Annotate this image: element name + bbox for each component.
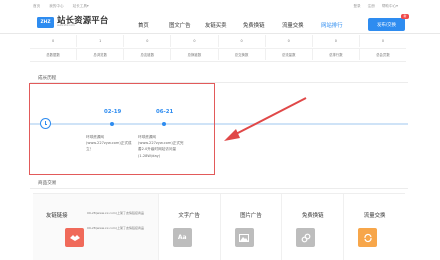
product-card-friend-links[interactable]: 友链链接 09-28(www.xx.com)上架了友情链接商品 09-28(ww… bbox=[33, 194, 159, 260]
stat-label: 总数据数 bbox=[30, 49, 78, 60]
publish-button[interactable]: 发布/交换 bbox=[368, 18, 405, 31]
product-card-title: 免费换链 bbox=[301, 213, 324, 219]
stat-label: 总浏览数 bbox=[77, 49, 125, 60]
stats-values-row: 0 1 0 0 0 0 0 0 bbox=[30, 35, 406, 47]
product-card-title: 文字广告 bbox=[178, 213, 200, 219]
annotation-arrow-icon bbox=[224, 97, 307, 141]
exchange-icon bbox=[358, 228, 378, 247]
stats-table: 0 1 0 0 0 0 0 0 总数据数 总浏览数 总友链数 总换链数 总交换数… bbox=[30, 34, 406, 62]
product-cards: 友链链接 09-28(www.xx.com)上架了友情链接商品 09-28(ww… bbox=[33, 193, 405, 260]
product-card-text-ads[interactable]: 文字广告 Aa bbox=[159, 194, 221, 260]
stat-label: 总流量数 bbox=[266, 49, 313, 60]
highlight-box bbox=[29, 83, 215, 175]
nav-item-link-trade[interactable]: 友链买卖 bbox=[205, 21, 227, 29]
products-section-divider bbox=[30, 188, 408, 189]
topbar-link-help[interactable]: 帮助中心▾ bbox=[382, 4, 398, 9]
topbar-link-login[interactable]: 登录 bbox=[353, 4, 360, 9]
nav-item-ranking[interactable]: 网站排行 bbox=[321, 21, 343, 29]
product-card-title: 流量交换 bbox=[363, 213, 386, 219]
product-card-title: 图片广告 bbox=[240, 213, 262, 219]
stat-label: 总交换数 bbox=[219, 49, 266, 60]
link-icon bbox=[296, 228, 316, 247]
nav-item-home[interactable]: 首页 bbox=[138, 21, 149, 29]
topbar-link-tools[interactable]: 站长工具▾ bbox=[73, 4, 89, 9]
handshake-icon bbox=[65, 228, 84, 247]
text-ad-icon: Aa bbox=[172, 228, 192, 247]
stat-label: 总换链数 bbox=[171, 49, 219, 60]
logo-name: 站长资源平台 bbox=[57, 15, 109, 25]
top-utility-bar: 首页 我的中心 站长工具▾ 登录 注册 帮助中心▾ bbox=[0, 0, 440, 13]
stat-value: 0 bbox=[313, 35, 360, 47]
product-card-title: 友链链接 bbox=[46, 213, 68, 219]
stat-value: 0 bbox=[30, 35, 78, 47]
image-icon bbox=[234, 228, 254, 247]
product-feed-line-2: 09-28(www.xx.com)上架了友情链接商品 bbox=[87, 226, 145, 230]
products-section-title: 商品交易 bbox=[38, 181, 57, 186]
stat-label: 总排行数 bbox=[313, 49, 360, 60]
nav-item-text-ads[interactable]: 图文广告 bbox=[169, 21, 191, 29]
new-badge: 新 bbox=[401, 14, 409, 19]
product-feed-line-1: 09-28(www.xx.com)上架了友情链接商品 bbox=[87, 211, 145, 215]
logo-badge: ZHZ bbox=[37, 16, 54, 28]
history-section-title: 成长历程 bbox=[38, 76, 57, 81]
stat-value: 0 bbox=[124, 35, 172, 47]
product-card-image-ads[interactable]: 图片广告 bbox=[221, 194, 283, 260]
stat-label: 总会员数 bbox=[376, 53, 390, 57]
stat-value: 1 bbox=[77, 35, 125, 47]
product-card-free-links[interactable]: 免费换链 bbox=[282, 194, 345, 260]
nav-item-traffic[interactable]: 流量交换 bbox=[282, 21, 304, 29]
stats-labels-row: 总数据数 总浏览数 总友链数 总换链数 总交换数 总流量数 总排行数 总会员数 bbox=[30, 48, 406, 60]
stat-value: 0 bbox=[171, 35, 219, 47]
topbar-link-register[interactable]: 注册 bbox=[368, 4, 375, 9]
nav-item-free-link[interactable]: 免费换链 bbox=[243, 21, 265, 29]
site-logo[interactable]: ZHZ 站长资源平台 www.zhz.com bbox=[37, 16, 108, 28]
stat-value: 0 bbox=[381, 39, 385, 43]
product-card-traffic-exchange[interactable]: 流量交换 bbox=[344, 194, 405, 260]
stat-label: 总友链数 bbox=[124, 49, 172, 60]
stat-value: 0 bbox=[266, 35, 313, 47]
topbar-link-my-center[interactable]: 我的中心 bbox=[49, 4, 63, 9]
topbar-link-home[interactable]: 首页 bbox=[33, 4, 40, 9]
stat-value: 0 bbox=[219, 35, 266, 47]
